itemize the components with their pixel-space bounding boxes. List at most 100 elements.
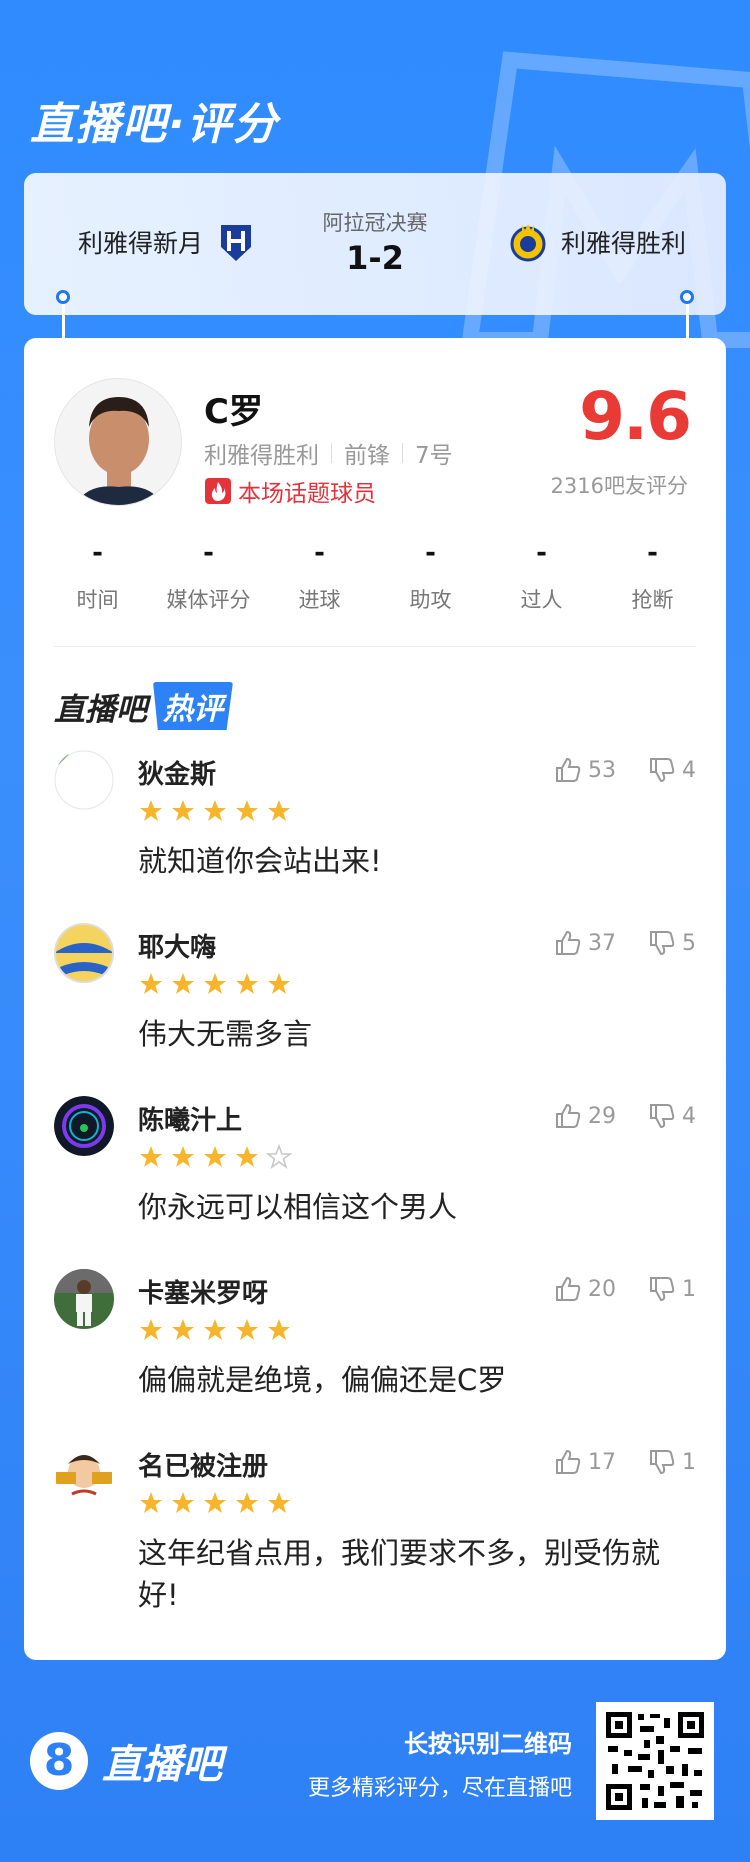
stat-media-rating: - 媒体评分: [155, 538, 262, 614]
volleyball-icon: [54, 923, 114, 983]
thumbs-down-icon: [650, 1104, 675, 1129]
star-filled-icon: [204, 800, 226, 821]
commenter-avatar[interactable]: [54, 923, 114, 983]
dislike-button[interactable]: 1: [648, 1448, 696, 1476]
stat-assists: - 助攻: [377, 538, 484, 614]
commenter-name[interactable]: 卡塞米罗呀: [138, 1273, 268, 1310]
away-team: 利雅得胜利: [495, 221, 686, 263]
hot-player-label: 本场话题球员: [238, 481, 376, 507]
hot-comments-title-brand: 直播吧: [54, 691, 147, 728]
thumbs-down-icon: [650, 758, 675, 783]
star-filled-icon: [204, 973, 226, 994]
thumbs-down-icon: [650, 1277, 675, 1302]
dislike-button[interactable]: 4: [648, 1102, 696, 1130]
dislike-button[interactable]: 4: [648, 756, 696, 784]
logo-badge-icon: 8: [30, 1732, 88, 1790]
player-number: 7号: [415, 443, 453, 469]
stat-tackles: - 抢断: [599, 538, 706, 614]
stat-value: -: [647, 538, 658, 568]
stat-label: 助攻: [409, 588, 452, 612]
stat-value: -: [92, 538, 103, 568]
stat-value: -: [425, 538, 436, 568]
star-filled-icon: [268, 800, 290, 821]
like-button[interactable]: 37: [554, 929, 616, 957]
like-count: 29: [588, 1103, 616, 1129]
thumbs-down-icon: [650, 1450, 675, 1475]
star-filled-icon: [204, 1492, 226, 1513]
commenter-name[interactable]: 陈曦汁上: [138, 1100, 242, 1137]
like-button[interactable]: 20: [554, 1275, 616, 1303]
hot-comments-header: 直播吧 热评: [54, 682, 233, 730]
comment-text: 偏偏就是绝境，偏偏还是C罗: [138, 1363, 507, 1397]
star-rating: [138, 798, 298, 824]
star-filled-icon: [236, 973, 258, 994]
star-filled-icon: [236, 1146, 258, 1167]
player-team: 利雅得胜利: [204, 443, 319, 469]
stat-value: -: [536, 538, 547, 568]
stat-dribbles: - 过人: [488, 538, 595, 614]
like-button[interactable]: 53: [554, 756, 616, 784]
star-filled-icon: [204, 1146, 226, 1167]
comment-list: 狄金斯 就知道你会站出来! 53 4 耶大嗨 伟大无需多言 37 5 陈曦汁上 …: [54, 750, 696, 1642]
commenter-avatar[interactable]: [54, 1096, 114, 1156]
like-button[interactable]: 17: [554, 1448, 616, 1476]
comment-item: 狄金斯 就知道你会站出来! 53 4: [54, 750, 696, 923]
qr-code-icon: [604, 1710, 706, 1812]
stat-label: 媒体评分: [166, 588, 251, 612]
comment-item: 耶大嗨 伟大无需多言 37 5: [54, 923, 696, 1096]
qr-code[interactable]: [596, 1702, 714, 1820]
dislike-count: 1: [682, 1276, 696, 1302]
star-filled-icon: [140, 800, 162, 821]
like-button[interactable]: 29: [554, 1102, 616, 1130]
comment-text: 就知道你会站出来!: [138, 844, 382, 878]
commenter-name[interactable]: 耶大嗨: [138, 927, 216, 964]
thumbs-up-icon: [556, 930, 581, 955]
stat-label: 时间: [76, 588, 119, 612]
logo-name: 直播吧: [102, 1742, 222, 1788]
comment-item: 卡塞米罗呀 偏偏就是绝境，偏偏还是C罗 20 1: [54, 1269, 696, 1442]
stat-label: 过人: [520, 588, 563, 612]
star-filled-icon: [140, 1319, 162, 1340]
star-filled-icon: [172, 1319, 194, 1340]
star-filled-icon: [140, 1492, 162, 1513]
like-count: 37: [588, 930, 616, 956]
thumbs-up-icon: [556, 757, 581, 782]
player-name: C罗: [204, 392, 263, 432]
commenter-name[interactable]: 狄金斯: [138, 754, 216, 791]
hot-comments-title-tag: 热评: [153, 682, 233, 730]
commenter-avatar[interactable]: [54, 750, 114, 810]
divider: [402, 443, 403, 463]
commenter-avatar[interactable]: [54, 1269, 114, 1329]
section-divider: [54, 646, 696, 647]
commenter-name[interactable]: 名已被注册: [138, 1446, 268, 1483]
stat-value: -: [314, 538, 325, 568]
star-filled-icon: [268, 1319, 290, 1340]
stat-value: -: [203, 538, 214, 568]
stats-row: - 时间 - 媒体评分 - 进球 - 助攻 - 过人 - 抢断: [44, 538, 706, 614]
player-avatar: [54, 378, 182, 506]
thumbs-up-icon: [556, 1103, 581, 1128]
dislike-count: 5: [682, 930, 696, 956]
player-photo-icon: [55, 379, 181, 505]
hot-player-badge: 本场话题球员: [204, 474, 376, 508]
comment-item: 名已被注册 这年纪省点用，我们要求不多，别受伤就好! 17 1: [54, 1442, 696, 1642]
star-filled-icon: [268, 973, 290, 994]
rating-count: 2316吧友评分: [550, 474, 688, 498]
broken-image-icon: [54, 750, 114, 810]
stat-time: - 时间: [44, 538, 151, 614]
star-filled-icon: [140, 1146, 162, 1167]
dislike-button[interactable]: 1: [648, 1275, 696, 1303]
star-filled-icon: [172, 1146, 194, 1167]
like-count: 17: [588, 1449, 616, 1475]
like-count: 20: [588, 1276, 616, 1302]
stat-label: 进球: [298, 588, 341, 612]
dislike-count: 1: [682, 1449, 696, 1475]
star-filled-icon: [204, 1319, 226, 1340]
comment-text: 你永远可以相信这个男人: [138, 1190, 458, 1224]
star-filled-icon: [236, 1492, 258, 1513]
away-team-logo-icon: [510, 224, 546, 262]
star-filled-icon: [140, 973, 162, 994]
dislike-button[interactable]: 5: [648, 929, 696, 957]
qr-subtitle: 更多精彩评分，尽在直播吧: [307, 1776, 572, 1801]
commenter-avatar[interactable]: [54, 1442, 114, 1502]
